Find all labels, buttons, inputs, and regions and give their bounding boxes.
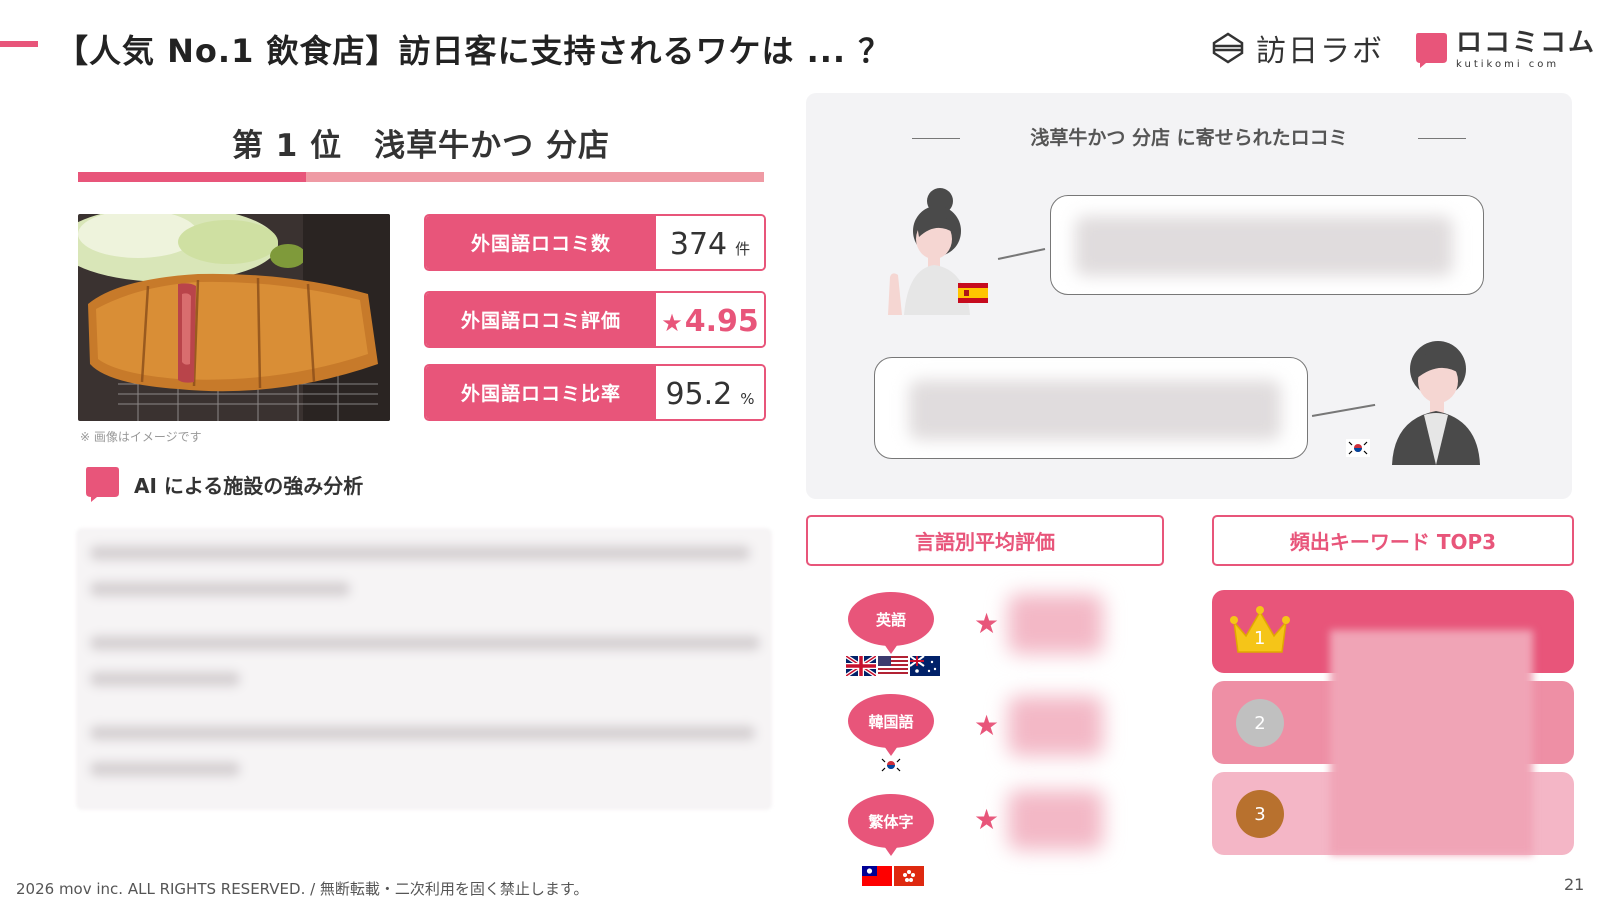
usa-flag-icon [878,656,908,676]
houjin-lab-logo-mark [1212,32,1244,64]
keyword-rank-3: 3 [1236,790,1284,838]
korea-flag-icon [1346,439,1370,457]
stat-review-rating-label: 外国語ロコミ評価 [426,293,656,346]
spain-flag-icon [958,283,988,303]
stat-review-ratio: 外国語ロコミ比率 95.2 % [424,364,766,421]
ranking-title: 第 1 位 浅草牛かつ 分店 [232,128,610,164]
language-label-korean: 韓国語 [848,694,934,756]
language-rating-heading: 言語別平均評価 [806,515,1164,566]
star-icon: ★ [661,309,683,337]
keyword-top3-heading: 頻出キーワード TOP3 [1212,515,1574,566]
language-label-english: 英語 [848,592,934,654]
uk-flag-icon [846,656,876,676]
ai-analysis-heading: AI による施設の強み分析 [84,465,363,503]
kuchikomi-logo-mark [1414,31,1448,69]
page-title: 【人気 No.1 飲食店】訪日客に支持されるワケは ... ？ [56,32,892,70]
speech-bubble-icon [84,465,120,503]
footer-copyright: 2026 mov inc. ALL RIGHTS RESERVED. / 無断転… [16,880,589,898]
ai-analysis-text-blurred [76,528,772,810]
keyword-text-blurred [1330,630,1533,855]
language-label-traditional-chinese: 繁体字 [848,794,934,856]
reviewer-man-avatar [1380,335,1490,465]
review-bubble-2 [874,357,1308,459]
stat-review-count-unit: 件 [735,240,751,258]
page-number: 21 [1564,875,1585,894]
stat-review-rating-value: 4.95 [684,304,759,339]
kuchikomi-com-logo: ロコミコム kutikomi com [1414,28,1596,72]
review-connector-1 [997,248,1046,260]
houjin-lab-logo: 訪日ラボ [1210,28,1384,69]
review-bubble-1 [1050,195,1484,295]
keyword-rank-2: 2 [1236,699,1284,747]
review-panel: 浅草牛かつ 分店 に寄せられたロコミ [806,93,1572,499]
review-connector-2 [1311,403,1376,417]
title-accent-line [0,41,38,47]
houjin-lab-logo-text: 訪日ラボ [1256,34,1384,69]
star-icon: ★ [974,709,1000,742]
ai-analysis-heading-text: AI による施設の強み分析 [134,473,364,498]
language-rating-traditional-chinese-blurred [1008,790,1103,850]
language-rating-korean-blurred [1008,696,1103,756]
kuchikomi-logo-subtext: kutikomi com [1456,59,1560,70]
photo-note: ※ 画像はイメージです [80,430,202,444]
australia-flag-icon [910,656,940,676]
korea-flag-icon [879,756,903,774]
ranking-underline [78,172,764,182]
stat-review-count: 外国語ロコミ数 374 件 [424,214,766,271]
stat-review-count-label: 外国語ロコミ数 [426,216,656,269]
taiwan-flag-icon [862,866,892,886]
star-icon: ★ [974,803,1000,836]
tonkatsu-photo [78,214,390,421]
language-rating-english-blurred [1008,594,1103,654]
star-icon: ★ [974,607,1000,640]
stat-review-ratio-label: 外国語ロコミ比率 [426,366,656,419]
keyword-rank-1: 1 [1254,628,1266,649]
hong-kong-flag-icon [894,866,924,886]
stat-review-ratio-value: 95.2 [665,377,733,412]
review-panel-title: 浅草牛かつ 分店 に寄せられたロコミ [806,123,1572,150]
stat-review-rating: 外国語ロコミ評価 ★ 4.95 [424,291,766,348]
kuchikomi-logo-text: ロコミコム [1456,28,1597,58]
stat-review-count-value: 374 [669,227,728,262]
stat-review-ratio-unit: % [740,390,755,408]
